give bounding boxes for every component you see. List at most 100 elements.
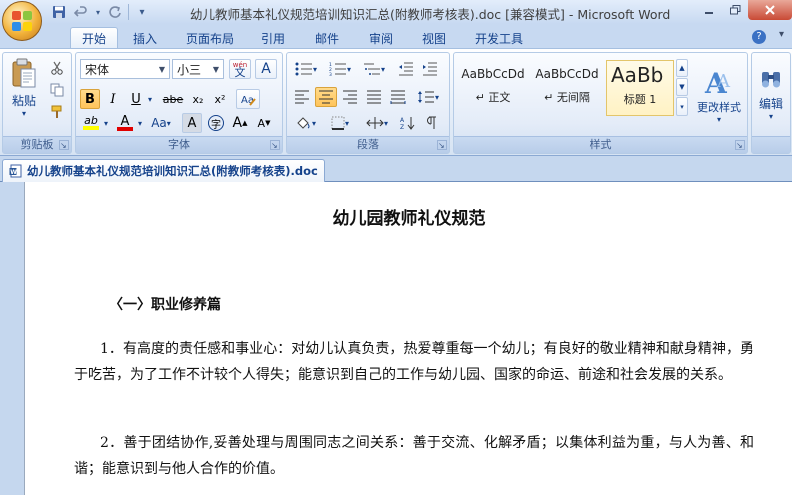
style-heading-1[interactable]: AaBb 标题 1 xyxy=(606,60,674,116)
undo-icon[interactable] xyxy=(72,3,90,21)
tab-developer[interactable]: 开发工具 xyxy=(466,28,532,48)
office-button[interactable] xyxy=(2,1,42,41)
font-name-combo[interactable]: 宋体 ▼ xyxy=(80,59,170,79)
enclose-char: 字 xyxy=(208,115,224,131)
multilevel-list-button[interactable]: ▾ xyxy=(359,59,389,79)
borders-button[interactable]: ▾ xyxy=(325,113,355,133)
svg-text:A: A xyxy=(716,71,731,92)
align-right-button[interactable] xyxy=(339,87,361,107)
scroll-down-icon[interactable]: ▼ xyxy=(676,78,688,96)
format-painter-button[interactable] xyxy=(47,103,67,121)
align-center-button[interactable] xyxy=(315,87,337,107)
tab-home[interactable]: 开始 xyxy=(70,27,118,49)
phonetic-guide-button[interactable]: wén 文 xyxy=(229,59,251,79)
tab-mailings[interactable]: 邮件 xyxy=(304,28,350,48)
svg-text:Z: Z xyxy=(400,124,404,130)
editing-button[interactable]: 编辑 ▾ xyxy=(754,57,788,133)
font-size-change-button[interactable]: Aa ▾ xyxy=(148,113,174,133)
indent-icon xyxy=(423,62,437,76)
dialog-launcher-icon[interactable]: ↘ xyxy=(735,140,745,150)
svg-text:Aa: Aa xyxy=(241,95,254,106)
dialog-launcher-icon[interactable]: ↘ xyxy=(270,140,280,150)
customize-qat-icon[interactable]: ▾ xyxy=(133,3,151,21)
font-size-combo[interactable]: 小三 ▼ xyxy=(172,59,224,79)
increase-indent-button[interactable] xyxy=(419,59,441,79)
scroll-up-icon[interactable]: ▲ xyxy=(676,59,688,77)
paste-label: 粘贴 xyxy=(11,94,36,108)
tab-review[interactable]: 审阅 xyxy=(358,28,404,48)
italic-button[interactable]: I xyxy=(103,89,123,109)
redo-icon[interactable] xyxy=(106,3,124,21)
chinese-layout-button[interactable]: ▾ xyxy=(361,113,393,133)
style-no-spacing[interactable]: AaBbCcDd ↵ 无间隔 xyxy=(532,60,602,116)
shrink-font-button[interactable]: A ▼ xyxy=(254,113,274,133)
ribbon-home: 粘贴 ▾ 剪贴板 ↘ 宋体 ▼ 小三 ▼ wén 文 A B I U ▾ abe… xyxy=(0,48,792,156)
chinese-layout-icon xyxy=(366,117,384,129)
chevron-down-icon[interactable]: ▾ xyxy=(94,3,102,21)
highlight-button[interactable]: ab xyxy=(80,113,102,133)
shading-button[interactable]: ▾ xyxy=(291,113,321,133)
clear-format-button[interactable]: A xyxy=(255,59,277,79)
help-icon[interactable]: ? xyxy=(752,30,766,44)
document-title: 幼儿园教师礼仪规范 xyxy=(332,209,486,229)
caret-down-icon: ▼ xyxy=(265,119,271,127)
more-styles-icon[interactable]: ▾ xyxy=(676,97,688,116)
save-icon[interactable] xyxy=(50,3,68,21)
grow-font-button[interactable]: A ▲ xyxy=(230,113,250,133)
enclose-characters-button[interactable]: 字 xyxy=(206,113,226,133)
justify-button[interactable] xyxy=(363,87,385,107)
highlight-color-bar xyxy=(83,126,99,130)
style-normal[interactable]: AaBbCcDd ↵ 正文 xyxy=(458,60,528,116)
tab-view[interactable]: 视图 xyxy=(411,28,457,48)
show-marks-button[interactable] xyxy=(421,113,443,133)
chevron-down-icon: ▾ xyxy=(380,64,385,74)
change-styles-icon: AA xyxy=(704,67,731,97)
superscript-button[interactable]: x² xyxy=(210,89,230,109)
window-title: 幼儿教师基本礼仪规范培训知识汇总(附教师考核表).doc [兼容模式] - Mi… xyxy=(190,7,671,22)
highlight-label: ab xyxy=(84,114,98,127)
line-spacing-button[interactable]: ▾ xyxy=(413,87,443,107)
minimize-icon[interactable] xyxy=(696,0,722,20)
change-case-button[interactable]: Aa xyxy=(236,89,260,109)
document-page[interactable]: 幼儿园教师礼仪规范 〈一〉职业修养篇 1．有高度的责任感和事业心：对幼儿认真负责… xyxy=(24,182,792,495)
distributed-button[interactable] xyxy=(387,87,409,107)
tab-insert[interactable]: 插入 xyxy=(122,28,168,48)
copy-button[interactable] xyxy=(47,81,67,99)
document-area: 幼儿园教师礼仪规范 〈一〉职业修养篇 1．有高度的责任感和事业心：对幼儿认真负责… xyxy=(0,182,792,495)
decrease-indent-button[interactable] xyxy=(395,59,417,79)
strikethrough-button[interactable]: abe xyxy=(160,89,186,109)
word-doc-icon: W xyxy=(9,164,22,178)
tab-page-layout[interactable]: 页面布局 xyxy=(176,28,244,48)
dialog-launcher-icon[interactable]: ↘ xyxy=(59,140,69,150)
subscript-button[interactable]: x₂ xyxy=(188,89,208,109)
tab-references[interactable]: 引用 xyxy=(251,28,295,48)
paste-icon xyxy=(12,58,36,88)
document-tab[interactable]: W 幼儿教师基本礼仪规范培训知识汇总(附教师考核表).doc xyxy=(2,159,325,182)
dialog-launcher-icon[interactable]: ↘ xyxy=(437,140,447,150)
bold-button[interactable]: B xyxy=(80,89,100,109)
close-icon[interactable] xyxy=(748,0,792,20)
change-styles-button[interactable]: AA 更改样式 ▾ xyxy=(692,57,746,133)
align-left-button[interactable] xyxy=(291,87,313,107)
chevron-down-icon[interactable]: ▾ xyxy=(102,113,110,133)
document-tab-label: 幼儿教师基本礼仪规范培训知识汇总(附教师考核表).doc xyxy=(27,164,318,178)
cut-button[interactable] xyxy=(47,59,67,77)
ribbon-options-icon[interactable]: ▾ xyxy=(779,29,784,40)
bullets-button[interactable]: ▾ xyxy=(291,59,321,79)
restore-icon[interactable] xyxy=(722,0,748,20)
underline-button[interactable]: U xyxy=(126,89,146,109)
chevron-down-icon[interactable]: ▾ xyxy=(146,89,154,109)
chevron-down-icon: ▾ xyxy=(346,64,351,74)
character-shading-button[interactable]: A xyxy=(182,113,202,133)
paste-button[interactable]: 粘贴 ▾ xyxy=(6,57,42,119)
numbering-button[interactable]: 1 2 3 ▾ xyxy=(325,59,355,79)
sort-button[interactable]: AZ xyxy=(397,113,419,133)
font-color-button[interactable]: A xyxy=(114,113,136,133)
editing-group: 编辑 ▾ xyxy=(751,52,791,154)
chevron-down-icon[interactable]: ▾ xyxy=(136,113,144,133)
paint-bucket-icon xyxy=(297,117,310,129)
chevron-down-icon: ▼ xyxy=(212,64,219,74)
font-group: 宋体 ▼ 小三 ▼ wén 文 A B I U ▾ abe x₂ x² Aa a… xyxy=(75,52,283,154)
styles-group: AaBbCcDd ↵ 正文 AaBbCcDd ↵ 无间隔 AaBb 标题 1 ▲… xyxy=(453,52,748,154)
font-size-value: 小三 xyxy=(177,62,202,77)
